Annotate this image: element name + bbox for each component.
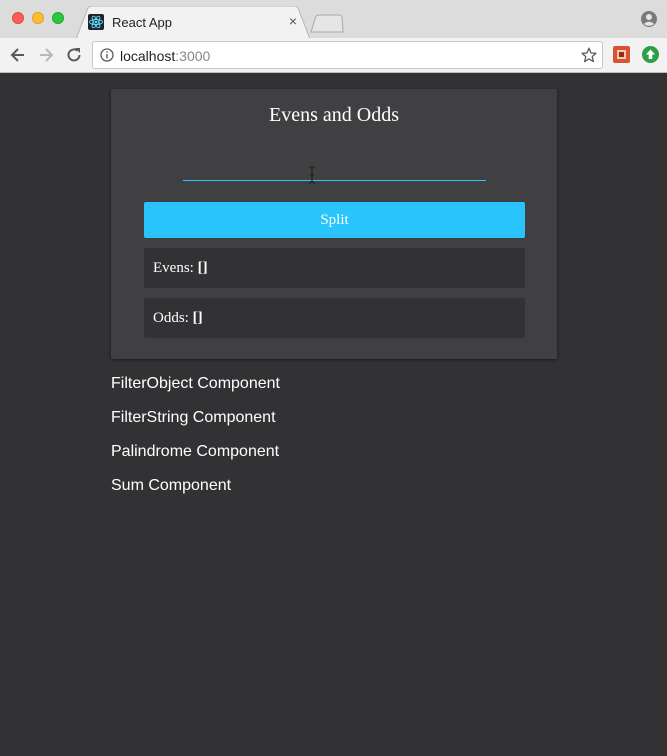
- tab-title: React App: [112, 15, 172, 30]
- palindrome-component-link[interactable]: Palindrome Component: [111, 443, 279, 461]
- sum-component-link[interactable]: Sum Component: [111, 477, 231, 495]
- evens-odds-card: Evens and Odds Split Evens: [] Odds: []: [111, 89, 557, 359]
- reload-icon[interactable]: [64, 45, 84, 65]
- card-title: Evens and Odds: [269, 104, 399, 126]
- new-tab-button[interactable]: [309, 14, 345, 34]
- evens-label: Evens:: [153, 260, 198, 276]
- info-icon[interactable]: [100, 48, 114, 62]
- tab-close-icon[interactable]: ×: [286, 14, 300, 28]
- odds-label: Odds:: [153, 310, 193, 326]
- forward-arrow-icon[interactable]: [36, 45, 56, 65]
- text-cursor-icon: [308, 166, 316, 184]
- address-bar[interactable]: localhost:3000: [92, 41, 603, 69]
- browser-toolbar: localhost:3000: [0, 38, 667, 73]
- react-logo-icon: [88, 14, 104, 30]
- url-host: localhost: [120, 48, 176, 64]
- profile-icon[interactable]: [641, 11, 657, 27]
- download-extension-icon[interactable]: [642, 46, 659, 63]
- star-icon[interactable]: [581, 47, 597, 63]
- window-maximize-button[interactable]: [52, 12, 64, 24]
- url-port: :3000: [175, 48, 211, 64]
- back-arrow-icon[interactable]: [8, 45, 28, 65]
- filterobject-component-link[interactable]: FilterObject Component: [111, 375, 280, 393]
- evens-value: []: [197, 260, 208, 276]
- number-input[interactable]: [183, 159, 486, 181]
- filterstring-component-link[interactable]: FilterString Component: [111, 409, 276, 427]
- url-text: localhost:3000: [120, 48, 210, 64]
- evens-result: Evens: []: [144, 248, 525, 288]
- odds-result: Odds: []: [144, 298, 525, 338]
- window-close-button[interactable]: [12, 12, 24, 24]
- tab-strip: React App ×: [0, 0, 667, 39]
- extension-icon[interactable]: [613, 46, 630, 63]
- tab-react-app[interactable]: React App ×: [76, 6, 310, 39]
- split-button[interactable]: Split: [144, 202, 525, 238]
- window-minimize-button[interactable]: [32, 12, 44, 24]
- odds-value: []: [192, 310, 203, 326]
